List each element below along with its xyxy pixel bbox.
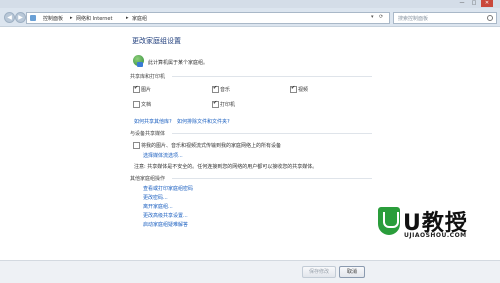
label-videos: 视频 xyxy=(298,87,309,93)
label-printers: 打印机 xyxy=(220,102,236,108)
label-documents: 文档 xyxy=(141,102,152,108)
footer-bar: 保存修改 取消 xyxy=(0,260,500,283)
checkbox-music[interactable] xyxy=(212,85,219,93)
breadcrumb-separator: ▸ xyxy=(126,15,129,21)
homegroup-icon xyxy=(133,55,144,67)
stream-media-label: 将我的图片、音乐和视频流式传输到我的家庭网络上的所有设备 xyxy=(141,143,282,149)
back-arrow-icon: ◀ xyxy=(7,14,12,21)
search-input[interactable]: 搜索控制面板 xyxy=(393,12,497,24)
member-status-text: 此计算机属于某个家庭组。 xyxy=(148,60,209,66)
divider xyxy=(172,133,372,134)
close-button[interactable]: ✕ xyxy=(481,0,493,7)
divider xyxy=(172,76,372,77)
checkbox-stream-media[interactable] xyxy=(133,142,140,149)
media-security-note: 注意: 共享媒体是不安全的。任何连接到您的网络的用户都可以接收您的共享媒体。 xyxy=(134,164,318,170)
divider xyxy=(172,178,372,179)
address-bar: ◀ ▶ 控制面板 ▸ 网络和 Internet ▸ 家庭组 ▾ ⟳ 搜索控制面板 xyxy=(0,8,500,27)
cancel-button[interactable]: 取消 xyxy=(339,266,365,278)
breadcrumb-separator: ▸ xyxy=(70,15,73,21)
exclude-files-link[interactable]: 如何排除文件和文件夹? xyxy=(177,118,230,125)
title-bar: — □ ✕ xyxy=(0,0,500,8)
forward-arrow-icon: ▶ xyxy=(18,14,23,21)
checkbox-pictures[interactable] xyxy=(133,85,140,93)
label-music: 音乐 xyxy=(220,87,231,93)
checkbox-documents[interactable] xyxy=(133,101,140,108)
media-streaming-options-link[interactable]: 选择媒体流选项... xyxy=(143,152,183,159)
change-password-link[interactable]: 更改密码... xyxy=(143,194,168,201)
search-icon xyxy=(487,15,493,21)
share-other-libraries-link[interactable]: 如何共享其他库? xyxy=(134,118,172,125)
checkbox-videos[interactable] xyxy=(290,85,297,93)
troubleshooter-link[interactable]: 启动家庭组疑难解答 xyxy=(143,221,188,228)
maximize-button[interactable]: □ xyxy=(468,0,480,7)
dropdown-icon[interactable]: ▾ xyxy=(371,14,374,20)
watermark-shield-icon xyxy=(378,207,400,235)
breadcrumb-network-internet[interactable]: 网络和 Internet xyxy=(76,15,112,22)
minimize-button[interactable]: — xyxy=(456,0,468,7)
forward-button[interactable]: ▶ xyxy=(15,12,26,23)
search-placeholder: 搜索控制面板 xyxy=(398,16,429,22)
control-panel-icon xyxy=(30,15,36,21)
view-print-password-link[interactable]: 查看或打印家庭组密码 xyxy=(143,185,193,192)
leave-homegroup-link[interactable]: 离开家庭组... xyxy=(143,203,173,210)
media-section-heading: 与设备共享媒体 xyxy=(130,131,166,137)
page-title: 更改家庭组设置 xyxy=(132,37,181,45)
refresh-icon[interactable]: ⟳ xyxy=(379,14,383,20)
share-section-heading: 共享库和打印机 xyxy=(130,74,166,80)
save-changes-button[interactable]: 保存修改 xyxy=(302,266,336,278)
breadcrumb-homegroup[interactable]: 家庭组 xyxy=(132,15,147,22)
other-actions-heading: 其他家庭组操作 xyxy=(130,176,166,182)
advanced-sharing-link[interactable]: 更改高级共享设置... xyxy=(143,212,188,219)
watermark-url: UJIAOSHOU.COM xyxy=(404,232,467,239)
back-button[interactable]: ◀ xyxy=(4,12,15,23)
address-field[interactable]: 控制面板 ▸ 网络和 Internet ▸ 家庭组 ▾ ⟳ xyxy=(26,12,390,24)
checkbox-printers[interactable] xyxy=(212,100,219,108)
label-pictures: 图片 xyxy=(141,87,152,93)
breadcrumb-control-panel[interactable]: 控制面板 xyxy=(43,15,63,22)
